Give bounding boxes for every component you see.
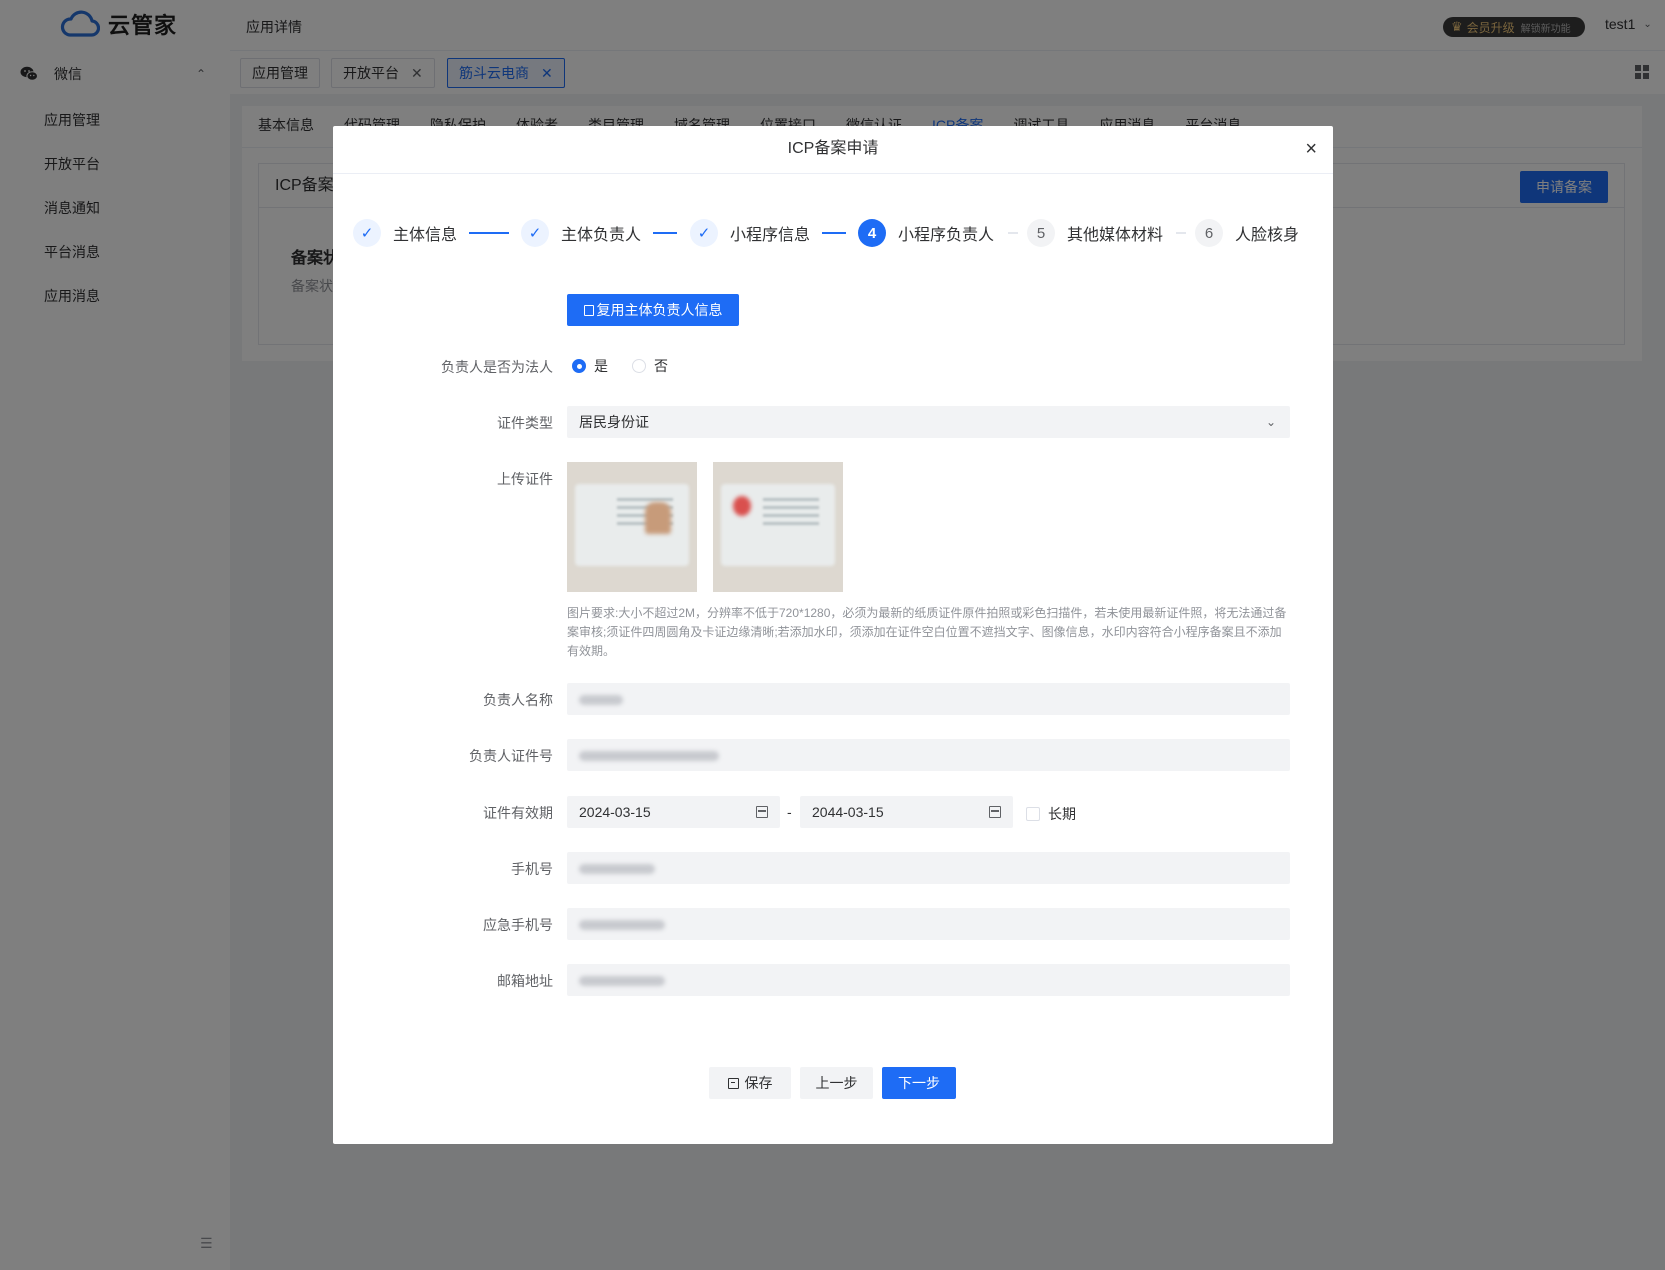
owner-id-number-label: 负责人证件号 xyxy=(469,748,553,764)
check-icon: ✓ xyxy=(690,219,718,247)
id-type-label: 证件类型 xyxy=(497,415,553,431)
redacted-value xyxy=(579,976,665,987)
icp-application-dialog: ICP备案申请 × ✓ 主体信息 ✓ 主体负责人 ✓ 小程序信息 4 小程序负责… xyxy=(333,126,1333,1144)
emergency-phone-label: 应急手机号 xyxy=(483,917,553,933)
step-subject-info: ✓ 主体信息 xyxy=(353,218,457,248)
id-type-value: 居民身份证 xyxy=(579,414,649,430)
radio-yes[interactable]: 是 xyxy=(572,356,608,376)
id-back-image[interactable] xyxy=(713,462,843,592)
long-term-label: 长期 xyxy=(1048,806,1076,822)
email-input[interactable] xyxy=(567,964,1290,996)
step-label: 主体负责人 xyxy=(561,227,642,244)
step-label: 主体信息 xyxy=(393,227,458,244)
validity-start-value: 2024-03-15 xyxy=(579,804,651,820)
redacted-value xyxy=(579,751,719,762)
checkbox-box xyxy=(1026,807,1040,821)
upload-hint-text: 图片要求:大小不超过2M，分辨率不低于720*1280，必须为最新的纸质证件原件… xyxy=(567,606,1287,658)
is-legal-person-label: 负责人是否为法人 xyxy=(441,359,553,375)
step-connector xyxy=(1176,232,1186,234)
radio-yes-label: 是 xyxy=(594,358,608,374)
step-number: 6 xyxy=(1195,219,1223,247)
radio-dot xyxy=(572,359,586,373)
id-front-image[interactable] xyxy=(567,462,697,592)
reuse-owner-info-label: 复用主体负责人信息 xyxy=(596,302,723,318)
redacted-value xyxy=(579,920,665,931)
steps-bar: ✓ 主体信息 ✓ 主体负责人 ✓ 小程序信息 4 小程序负责人 5 其他媒体材料… xyxy=(353,218,1313,248)
radio-dot xyxy=(632,359,646,373)
chevron-down-icon: ⌄ xyxy=(1265,415,1276,429)
save-icon xyxy=(727,1077,739,1089)
step-face-verify: 6 人脸核身 xyxy=(1195,218,1299,248)
date-range-separator: - xyxy=(787,804,792,820)
step-other-media: 5 其他媒体材料 xyxy=(1027,218,1163,248)
validity-start-date[interactable]: 2024-03-15 xyxy=(567,796,780,828)
radio-no-label: 否 xyxy=(654,358,668,374)
step-label: 人脸核身 xyxy=(1235,227,1300,244)
long-term-checkbox[interactable]: 长期 xyxy=(1026,804,1076,824)
check-icon: ✓ xyxy=(521,219,549,247)
save-label: 保存 xyxy=(744,1075,773,1091)
validity-end-date[interactable]: 2044-03-15 xyxy=(800,796,1013,828)
step-connector xyxy=(469,232,509,234)
step-miniprogram-owner: 4 小程序负责人 xyxy=(858,218,994,248)
copy-icon xyxy=(583,304,594,316)
reuse-owner-info-button[interactable]: 复用主体负责人信息 xyxy=(567,294,739,326)
step-label: 其他媒体材料 xyxy=(1067,227,1164,244)
prev-step-button[interactable]: 上一步 xyxy=(800,1067,873,1099)
calendar-icon xyxy=(756,806,768,818)
close-icon[interactable]: × xyxy=(1305,126,1317,172)
radio-no[interactable]: 否 xyxy=(632,356,668,376)
phone-label: 手机号 xyxy=(511,861,553,877)
step-number: 4 xyxy=(858,219,886,247)
step-label: 小程序信息 xyxy=(730,227,811,244)
step-miniprogram-info: ✓ 小程序信息 xyxy=(690,218,810,248)
id-type-select[interactable]: 居民身份证 ⌄ xyxy=(567,406,1290,438)
emergency-phone-input[interactable] xyxy=(567,908,1290,940)
owner-name-input[interactable] xyxy=(567,683,1290,715)
save-button[interactable]: 保存 xyxy=(709,1067,791,1099)
next-step-button[interactable]: 下一步 xyxy=(882,1067,956,1099)
phone-input[interactable] xyxy=(567,852,1290,884)
step-label: 小程序负责人 xyxy=(898,227,995,244)
step-connector xyxy=(1008,232,1018,234)
owner-id-number-input[interactable] xyxy=(567,739,1290,771)
dialog-header: ICP备案申请 × xyxy=(333,126,1333,174)
validity-end-value: 2044-03-15 xyxy=(812,804,884,820)
id-validity-label: 证件有效期 xyxy=(483,805,553,821)
dialog-title: ICP备案申请 xyxy=(787,140,879,157)
step-subject-owner: ✓ 主体负责人 xyxy=(521,218,641,248)
upload-id-label: 上传证件 xyxy=(497,471,553,487)
email-label: 邮箱地址 xyxy=(497,973,553,989)
step-number: 5 xyxy=(1027,219,1055,247)
step-connector xyxy=(822,232,846,234)
redacted-value xyxy=(579,695,623,706)
check-icon: ✓ xyxy=(353,219,381,247)
owner-name-label: 负责人名称 xyxy=(483,692,553,708)
step-connector xyxy=(653,232,677,234)
calendar-icon xyxy=(989,806,1001,818)
redacted-value xyxy=(579,864,655,875)
